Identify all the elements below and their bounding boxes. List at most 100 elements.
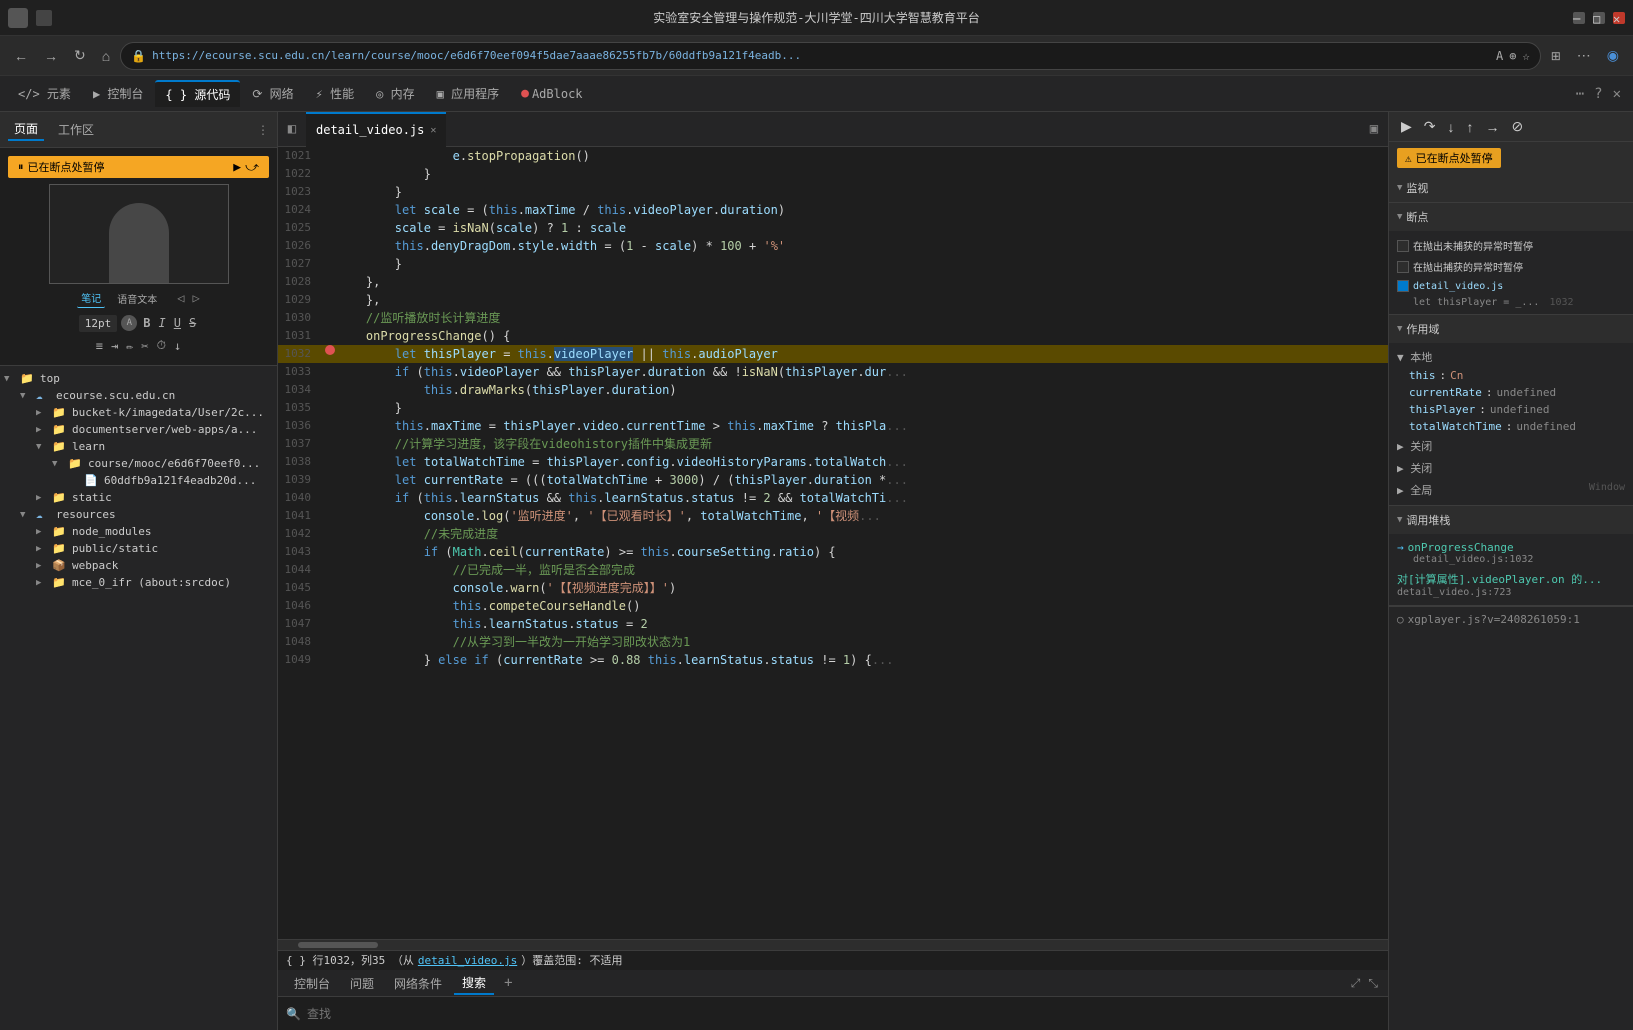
bp-checkbox[interactable] xyxy=(1397,280,1409,292)
close-button[interactable]: ✕ xyxy=(1613,12,1625,24)
sidebar-menu-button[interactable]: ⋮ xyxy=(257,123,269,137)
tab-memory[interactable]: ◎ 内存 xyxy=(366,81,424,106)
code-line-1033[interactable]: 1033 if (this.videoPlayer && thisPlayer.… xyxy=(278,363,1388,381)
code-line-1041[interactable]: 1041 console.log('监听进度', '【已观看时长】', tota… xyxy=(278,507,1388,525)
step-button[interactable]: ⤻ xyxy=(245,160,259,175)
search-tab-button[interactable]: 搜索 xyxy=(454,972,494,995)
caught-cb[interactable] xyxy=(1397,261,1409,273)
code-line-1035[interactable]: 1035 } xyxy=(278,399,1388,417)
minimize-button[interactable]: ─ xyxy=(1573,12,1585,24)
more-tabs-button[interactable]: ⋯ xyxy=(1572,82,1588,106)
tab-adblock[interactable]: ● AdBlock xyxy=(511,82,592,105)
breakpoints-header[interactable]: ▼ 断点 xyxy=(1389,203,1633,231)
tab-console[interactable]: ▶ 控制台 xyxy=(83,81,153,106)
download-button[interactable]: ↓ xyxy=(172,337,183,355)
code-line-1042[interactable]: 1042 //未完成进度 xyxy=(278,525,1388,543)
sidebar-tab-workspace[interactable]: 工作区 xyxy=(52,119,100,140)
highlight-button[interactable]: ✏ xyxy=(124,337,135,355)
scope-header[interactable]: ▼ 作用域 xyxy=(1389,315,1633,343)
code-line-1037[interactable]: 1037 //计算学习进度，该字段在videohistory插件中集成更新 xyxy=(278,435,1388,453)
tree-item-resources[interactable]: ▼ ☁ resources xyxy=(0,506,277,523)
code-line-1038[interactable]: 1038 let totalWatchTime = thisPlayer.con… xyxy=(278,453,1388,471)
scope-local-header[interactable]: ▼ 本地 xyxy=(1397,347,1625,367)
code-line-1039[interactable]: 1039 let currentRate = (((totalWatchTime… xyxy=(278,471,1388,489)
code-line-1043[interactable]: 1043 if (Math.ceil(currentRate) >= this.… xyxy=(278,543,1388,561)
forward-button[interactable]: → xyxy=(38,44,64,68)
tab-elements[interactable]: </> 元素 xyxy=(8,81,81,106)
tab-application[interactable]: ▣ 应用程序 xyxy=(427,81,509,106)
help-button[interactable]: ? xyxy=(1590,82,1606,106)
scope-global-header[interactable]: ▶ 全局 Window xyxy=(1397,479,1625,501)
code-line-1031[interactable]: 1031 onProgressChange() { xyxy=(278,327,1388,345)
callstack-header[interactable]: ▼ 调用堆栈 xyxy=(1389,506,1633,534)
indent-button[interactable]: ⇥ xyxy=(109,337,120,355)
code-line-1027[interactable]: 1027 } xyxy=(278,255,1388,273)
resume-execution-button[interactable]: ▶ xyxy=(1397,116,1416,137)
tab-sources[interactable]: { } 源代码 xyxy=(155,80,240,107)
refresh-button[interactable]: ↻ xyxy=(68,43,92,68)
editor-tab-detail-video[interactable]: detail_video.js ✕ xyxy=(306,112,446,147)
tree-item-course[interactable]: ▼ 📁 course/mooc/e6d6f70eef0... xyxy=(0,455,277,472)
prev-note-button[interactable]: ◁ xyxy=(177,291,184,305)
code-line-1046[interactable]: 1046 this.competeCourseHandle() xyxy=(278,597,1388,615)
tab-network[interactable]: ⟳ 网络 xyxy=(242,81,303,106)
tree-item-file-60d[interactable]: 📄 60ddfb9a121f4eadb20d... xyxy=(0,472,277,489)
tree-item-ecourse[interactable]: ▼ ☁ ecourse.scu.edu.cn xyxy=(0,387,277,404)
code-line-1044[interactable]: 1044 //已完成一半，监听是否全部完成 xyxy=(278,561,1388,579)
back-button[interactable]: ← xyxy=(8,44,34,68)
code-line-1030[interactable]: 1030 //监听播放时长计算进度 xyxy=(278,309,1388,327)
add-tab-button[interactable]: + xyxy=(498,973,518,993)
horizontal-scrollbar[interactable] xyxy=(278,939,1388,950)
breakpoint-entry[interactable]: detail_video.js xyxy=(1397,277,1625,295)
step-into-button[interactable]: ↓ xyxy=(1444,117,1459,137)
tree-item-documentserver[interactable]: ▶ 📁 documentserver/web-apps/a... xyxy=(0,421,277,438)
tab-performance[interactable]: ⚡ 性能 xyxy=(306,81,364,106)
tab-close-icon[interactable]: ✕ xyxy=(430,125,436,136)
tree-item-bucket[interactable]: ▶ 📁 bucket-k/imagedata/User/2c... xyxy=(0,404,277,421)
code-line-1048[interactable]: 1048 //从学习到一半改为一开始学习即改状态为1 xyxy=(278,633,1388,651)
uncaught-cb[interactable] xyxy=(1397,240,1409,252)
code-line-1034[interactable]: 1034 this.drawMarks(thisPlayer.duration) xyxy=(278,381,1388,399)
uncaught-exception-toggle[interactable]: 在抛出未捕获的异常时暂停 xyxy=(1397,235,1625,256)
step-over-button[interactable]: ↷ xyxy=(1420,116,1440,137)
tree-item-top[interactable]: ▼ 📁 top xyxy=(0,370,277,387)
stack-item-1[interactable]: → onProgressChange detail_video.js:1032 xyxy=(1397,538,1625,568)
edge-icon[interactable]: ◉ xyxy=(1601,43,1625,68)
code-line-1024[interactable]: 1024 let scale = (this.maxTime / this.vi… xyxy=(278,201,1388,219)
tree-item-webpack[interactable]: ▶ 📦 webpack xyxy=(0,557,277,574)
scope-close2-header[interactable]: ▶ 关闭 xyxy=(1397,457,1625,479)
align-button[interactable]: ≡ xyxy=(94,337,105,355)
code-line-1045[interactable]: 1045 console.warn('【【视频进度完成】】') xyxy=(278,579,1388,597)
address-bar[interactable]: 🔒 https://ecourse.scu.edu.cn/learn/cours… xyxy=(120,42,1541,70)
code-line-1047[interactable]: 1047 this.learnStatus.status = 2 xyxy=(278,615,1388,633)
resume-button[interactable]: ▶ xyxy=(233,160,241,175)
step-button[interactable]: → xyxy=(1482,117,1504,137)
tree-item-static[interactable]: ▶ 📁 static xyxy=(0,489,277,506)
strikethrough-button[interactable]: S xyxy=(187,314,198,332)
code-line-1028[interactable]: 1028 }, xyxy=(278,273,1388,291)
code-line-1026[interactable]: 1026 this.denyDragDom.style.width = (1 -… xyxy=(278,237,1388,255)
tree-item-publicstatic[interactable]: ▶ 📁 public/static xyxy=(0,540,277,557)
next-note-button[interactable]: ▷ xyxy=(193,291,200,305)
code-line-1021[interactable]: 1021 e.stopPropagation() xyxy=(278,147,1388,165)
tree-item-learn[interactable]: ▼ 📁 learn xyxy=(0,438,277,455)
console-tab-button[interactable]: 控制台 xyxy=(286,973,338,994)
note-tab-button[interactable]: 笔记 xyxy=(77,288,105,308)
code-line-1022[interactable]: 1022 } xyxy=(278,165,1388,183)
search-input[interactable] xyxy=(307,1007,1380,1021)
code-line-1040[interactable]: 1040 if (this.learnStatus && this.learnS… xyxy=(278,489,1388,507)
scope-close1-header[interactable]: ▶ 关闭 xyxy=(1397,435,1625,457)
voice-tab-button[interactable]: 语音文本 xyxy=(113,289,161,308)
close-devtools-button[interactable]: ✕ xyxy=(1609,82,1625,106)
code-line-1032[interactable]: 1032 let thisPlayer = this.videoPlayer |… xyxy=(278,345,1388,363)
font-color-button[interactable]: A xyxy=(121,315,137,331)
issues-tab-button[interactable]: 问题 xyxy=(342,973,382,994)
more-button[interactable]: ⋯ xyxy=(1571,43,1597,68)
screenshot-button[interactable]: ✂ xyxy=(139,337,150,355)
stack-item-2[interactable]: 对[计算属性].videoPlayer.on 的... detail_video… xyxy=(1397,568,1625,601)
network-conditions-tab-button[interactable]: 网络条件 xyxy=(386,973,450,994)
extensions-button[interactable]: ⊞ xyxy=(1545,45,1567,67)
watch-header[interactable]: ▼ 监视 xyxy=(1389,174,1633,202)
step-out-button[interactable]: ↑ xyxy=(1463,117,1478,137)
panel-right-button[interactable]: ▣ xyxy=(1360,115,1388,143)
